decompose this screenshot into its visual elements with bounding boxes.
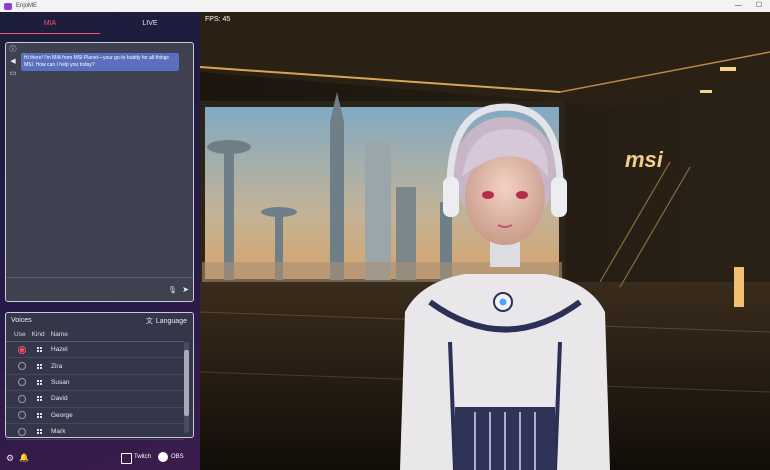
voice-row-hazel[interactable]: Hazel (6, 342, 184, 359)
send-icon[interactable]: ➤ (182, 285, 189, 294)
windows-icon (37, 347, 42, 353)
windows-icon (37, 396, 42, 402)
voice-radio[interactable] (18, 394, 26, 403)
twitch-label[interactable]: Twitch (134, 454, 151, 460)
voice-name: Zira (51, 362, 63, 370)
voice-radio-selected[interactable] (18, 345, 26, 354)
voice-radio[interactable] (18, 411, 26, 420)
maximize-icon[interactable]: ☐ (756, 0, 762, 12)
fps-counter: FPS: 45 (205, 16, 231, 23)
gear-icon[interactable]: ⚙ (6, 453, 14, 464)
tab-live[interactable]: LIVE (100, 12, 200, 34)
tab-bar: MIA LIVE (0, 12, 200, 34)
sidebar-footer: ⚙ 🔔 Twitch OBS (0, 448, 200, 470)
translate-icon: 文 (145, 318, 153, 325)
chat-tools: ⓘ ◀ ▭ (9, 46, 17, 78)
tab-mia[interactable]: MIA (0, 12, 100, 34)
voices-list: Hazel Zira Susan David George Mark (6, 342, 184, 441)
twitch-icon[interactable] (121, 453, 132, 464)
voice-radio[interactable] (18, 427, 26, 436)
column-kind: Kind (31, 331, 45, 338)
mic-muted-icon[interactable]: 🎙 (168, 286, 177, 294)
voice-name: Hazel (51, 346, 68, 354)
column-use: Use (14, 331, 26, 338)
voice-radio[interactable] (18, 362, 26, 371)
voice-name: Mark (51, 428, 66, 436)
voice-name: George (51, 411, 73, 419)
windows-icon (37, 412, 42, 418)
language-button[interactable]: 文 Language (146, 316, 187, 326)
obs-icon[interactable] (158, 452, 168, 462)
app-logo-icon (4, 2, 12, 10)
windows-icon (37, 429, 42, 435)
column-name: Name (50, 331, 68, 338)
windows-icon (37, 379, 42, 385)
voice-row-george[interactable]: George (6, 408, 184, 424)
chat-icon[interactable]: ▭ (9, 70, 17, 78)
sidebar: MIA LIVE ⓘ ◀ ▭ Hi there! I'm MIA from MS… (0, 12, 200, 470)
bell-icon[interactable]: 🔔 (19, 453, 29, 462)
voice-name: Susan (51, 378, 70, 386)
voice-row-zira[interactable]: Zira (6, 358, 184, 375)
voice-name: David (51, 395, 68, 403)
chat-panel: ⓘ ◀ ▭ Hi there! I'm MIA from MSI Planet—… (5, 42, 194, 302)
window-title: EnjoME (16, 3, 38, 9)
avatar-scene: msi FPS: 45 (200, 12, 770, 470)
obs-label[interactable]: OBS (171, 454, 184, 460)
chat-input[interactable]: 🎙 ➤ (6, 278, 193, 301)
assistant-message: Hi there! I'm MIA from MSI Planet—your g… (21, 53, 179, 71)
voices-panel: Voices 文 Language Use Kind Name Hazel Zi… (5, 312, 194, 441)
voices-title: Voices (11, 317, 32, 324)
voice-row-mark[interactable]: Mark (6, 424, 184, 441)
language-label: Language (155, 317, 187, 325)
info-icon[interactable]: ⓘ (9, 46, 17, 54)
scene-illustration: msi (200, 12, 770, 470)
voices-table-header: Use Kind Name (6, 329, 184, 342)
scrollbar-thumb[interactable] (184, 350, 189, 416)
windows-icon (37, 363, 42, 369)
voices-scrollbar[interactable] (184, 342, 189, 433)
minimize-icon[interactable]: — (735, 0, 742, 12)
window-controls: — ☐ (735, 0, 762, 12)
speaker-icon[interactable]: ◀ (9, 58, 17, 66)
msi-wall-logo: msi (625, 147, 664, 172)
voice-radio[interactable] (18, 378, 26, 387)
voice-row-susan[interactable]: Susan (6, 375, 184, 392)
voice-row-david[interactable]: David (6, 391, 184, 408)
